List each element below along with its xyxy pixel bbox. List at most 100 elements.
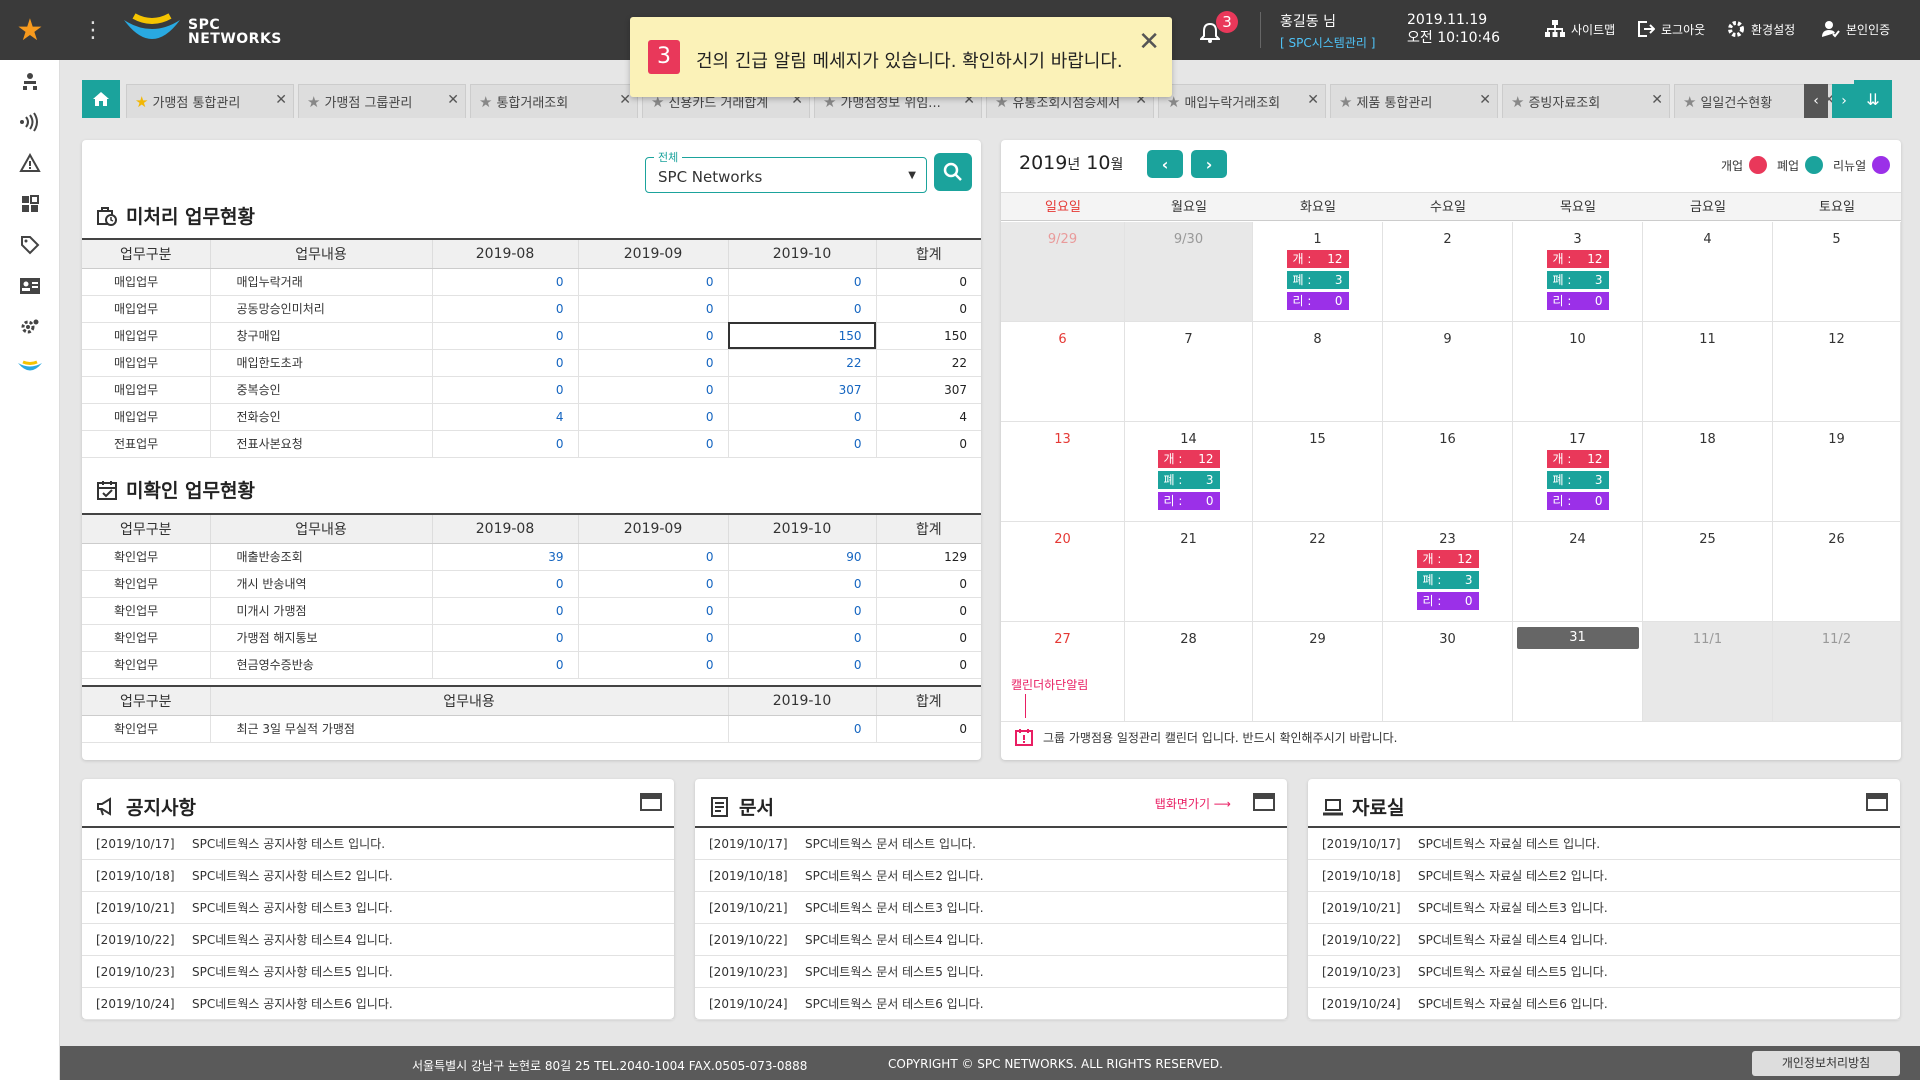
wireless-icon[interactable] bbox=[0, 101, 60, 142]
count-link[interactable]: 0 bbox=[727, 651, 876, 679]
count-link[interactable]: 0 bbox=[727, 295, 876, 323]
event-badge-renew[interactable]: 리 : 0 bbox=[1286, 292, 1349, 310]
count-link[interactable]: 0 bbox=[577, 376, 728, 404]
calendar-day-cell[interactable]: 9/29 bbox=[1001, 222, 1125, 322]
list-item[interactable]: [2019/10/17] SPC네트웍스 자료실 테스트 입니다. bbox=[1308, 828, 1900, 860]
list-item[interactable]: [2019/10/23] SPC네트웍스 공지사항 테스트5 입니다. bbox=[82, 956, 674, 988]
item-title[interactable]: SPC네트웍스 공지사항 테스트3 입니다. bbox=[192, 899, 393, 916]
calendar-day-cell[interactable]: 25 bbox=[1643, 522, 1773, 622]
menu-kebab-icon[interactable]: ⋮ bbox=[82, 18, 104, 43]
item-title[interactable]: SPC네트웍스 공지사항 테스트5 입니다. bbox=[192, 963, 393, 980]
item-title[interactable]: SPC네트웍스 자료실 테스트 입니다. bbox=[1418, 835, 1600, 852]
calendar-day-cell[interactable]: 15 bbox=[1253, 422, 1383, 522]
sitemap-button[interactable]: 사이트맵 bbox=[1545, 20, 1615, 38]
calendar-day-cell[interactable]: 20 bbox=[1001, 522, 1125, 622]
list-item[interactable]: [2019/10/22] SPC네트웍스 자료실 테스트4 입니다. bbox=[1308, 924, 1900, 956]
event-badge-open[interactable]: 개 : 12 bbox=[1546, 450, 1609, 468]
count-link[interactable]: 0 bbox=[577, 403, 728, 431]
spc-networks-logo[interactable]: SPC NETWORKS bbox=[122, 8, 281, 52]
calendar-day-cell[interactable]: 16 bbox=[1383, 422, 1513, 522]
count-link[interactable]: 0 bbox=[431, 295, 578, 323]
count-link[interactable]: 0 bbox=[577, 597, 728, 625]
count-link[interactable]: 0 bbox=[577, 349, 728, 377]
count-link[interactable]: 0 bbox=[431, 349, 578, 377]
calendar-day-cell[interactable]: 21 bbox=[1125, 522, 1253, 622]
calendar-day-cell[interactable]: 9 bbox=[1383, 322, 1513, 422]
item-title[interactable]: SPC네트웍스 자료실 테스트5 입니다. bbox=[1418, 963, 1608, 980]
tab-item[interactable]: ★ 제품 통합관리 ✕ bbox=[1330, 84, 1498, 118]
list-item[interactable]: [2019/10/18] SPC네트웍스 자료실 테스트2 입니다. bbox=[1308, 860, 1900, 892]
count-link[interactable]: 0 bbox=[431, 268, 578, 296]
star-icon[interactable]: ★ bbox=[307, 93, 320, 111]
event-badge-close[interactable]: 폐 : 3 bbox=[1416, 571, 1479, 589]
calendar-day-cell[interactable]: 19 bbox=[1773, 422, 1901, 522]
calendar-day-cell[interactable]: 3개 :12 폐 :3리 :0 bbox=[1513, 222, 1643, 322]
event-badge-open[interactable]: 개 : 12 bbox=[1157, 450, 1220, 468]
calendar-day-cell[interactable]: 30 bbox=[1383, 622, 1513, 722]
event-badge-close[interactable]: 폐 : 3 bbox=[1546, 471, 1609, 489]
count-link[interactable]: 0 bbox=[577, 570, 728, 598]
item-title[interactable]: SPC네트웍스 공지사항 테스트6 입니다. bbox=[192, 995, 393, 1012]
auth-button[interactable]: 본인인증 bbox=[1822, 20, 1890, 38]
org-chart-icon[interactable] bbox=[0, 60, 60, 101]
count-link[interactable]: 0 bbox=[727, 570, 876, 598]
list-item[interactable]: [2019/10/24] SPC네트웍스 문서 테스트6 입니다. bbox=[695, 988, 1287, 1020]
count-link[interactable]: 0 bbox=[431, 570, 578, 598]
event-badge-renew[interactable]: 리 : 0 bbox=[1416, 592, 1479, 610]
item-title[interactable]: SPC네트웍스 문서 테스트5 입니다. bbox=[805, 963, 984, 980]
list-item[interactable]: [2019/10/24] SPC네트웍스 공지사항 테스트6 입니다. bbox=[82, 988, 674, 1020]
search-button[interactable] bbox=[934, 153, 972, 191]
count-link[interactable]: 0 bbox=[727, 597, 876, 625]
event-badge-close[interactable]: 폐 : 3 bbox=[1157, 471, 1220, 489]
calendar-day-cell[interactable]: 14 개 : 12 폐 : 3 리 : 0 bbox=[1125, 422, 1253, 522]
count-link[interactable]: 0 bbox=[727, 715, 876, 743]
tab-close-icon[interactable]: ✕ bbox=[447, 92, 459, 108]
item-title[interactable]: SPC네트웍스 자료실 테스트4 입니다. bbox=[1418, 931, 1608, 948]
count-link[interactable]: 307 bbox=[727, 376, 876, 404]
event-badge-open[interactable]: 개 : 12 bbox=[1546, 250, 1609, 268]
favorites-star-icon[interactable]: ★ bbox=[0, 0, 60, 60]
count-link[interactable]: 150 bbox=[727, 322, 876, 350]
count-link[interactable]: 0 bbox=[577, 268, 728, 296]
event-badge-open[interactable]: 개 : 12 bbox=[1286, 250, 1349, 268]
count-link[interactable]: 0 bbox=[727, 430, 876, 458]
tab-item[interactable]: ★ 가맹점 그룹관리 ✕ bbox=[298, 84, 466, 118]
calendar-day-cell[interactable]: 11/1 bbox=[1643, 622, 1773, 722]
list-item[interactable]: [2019/10/18] SPC네트웍스 공지사항 테스트2 입니다. bbox=[82, 860, 674, 892]
count-link[interactable]: 0 bbox=[577, 322, 728, 350]
list-item[interactable]: [2019/10/17] SPC네트웍스 문서 테스트 입니다. bbox=[695, 828, 1287, 860]
warning-triangle-icon[interactable] bbox=[0, 142, 60, 183]
calendar-day-cell[interactable]: 2 bbox=[1383, 222, 1513, 322]
count-link[interactable]: 0 bbox=[577, 543, 728, 571]
calendar-day-cell[interactable]: 17 개 : 12 폐 : 3 리 : 0 bbox=[1513, 422, 1643, 522]
id-card-icon[interactable] bbox=[0, 265, 60, 306]
calendar-day-cell[interactable]: 23 개 : 12 폐 : 3 리 : 0 bbox=[1383, 522, 1513, 622]
tag-icon[interactable] bbox=[0, 224, 60, 265]
calendar-day-cell[interactable]: 5 bbox=[1773, 222, 1901, 322]
item-title[interactable]: SPC네트웍스 문서 테스트6 입니다. bbox=[805, 995, 984, 1012]
item-title[interactable]: SPC네트웍스 문서 테스트4 입니다. bbox=[805, 931, 984, 948]
star-icon[interactable]: ★ bbox=[1339, 93, 1352, 111]
tab-item[interactable]: ★ 통합거래조회 ✕ bbox=[470, 84, 638, 118]
tab-item[interactable]: ★ 증빙자료조회 ✕ bbox=[1502, 84, 1670, 118]
calendar-day-cell[interactable]: 9/30 bbox=[1125, 222, 1253, 322]
list-item[interactable]: [2019/10/23] SPC네트웍스 문서 테스트5 입니다. bbox=[695, 956, 1287, 988]
calendar-day-cell[interactable]: 10 bbox=[1513, 322, 1643, 422]
calendar-day-cell[interactable]: 18 bbox=[1643, 422, 1773, 522]
count-link[interactable]: 22 bbox=[727, 349, 876, 377]
alert-close-icon[interactable]: ✕ bbox=[1138, 27, 1160, 57]
event-badge-close[interactable]: 폐 : 3 bbox=[1546, 271, 1609, 289]
calendar-day-cell[interactable]: 11 bbox=[1643, 322, 1773, 422]
calendar-day-cell[interactable]: 13 bbox=[1001, 422, 1125, 522]
open-window-icon[interactable] bbox=[1866, 793, 1888, 811]
prev-month-button[interactable]: ‹ bbox=[1147, 150, 1183, 178]
tab-prev-button[interactable]: ‹ bbox=[1804, 84, 1828, 118]
star-icon[interactable]: ★ bbox=[479, 93, 492, 111]
calendar-day-cell[interactable]: 12 bbox=[1773, 322, 1901, 422]
open-window-icon[interactable] bbox=[640, 793, 662, 811]
spc-logo-icon[interactable] bbox=[0, 347, 60, 388]
calendar-day-cell[interactable]: 29 bbox=[1253, 622, 1383, 722]
item-title[interactable]: SPC네트웍스 문서 테스트2 입니다. bbox=[805, 867, 984, 884]
list-item[interactable]: [2019/10/21] SPC네트웍스 자료실 테스트3 입니다. bbox=[1308, 892, 1900, 924]
count-link[interactable]: 4 bbox=[431, 403, 578, 431]
